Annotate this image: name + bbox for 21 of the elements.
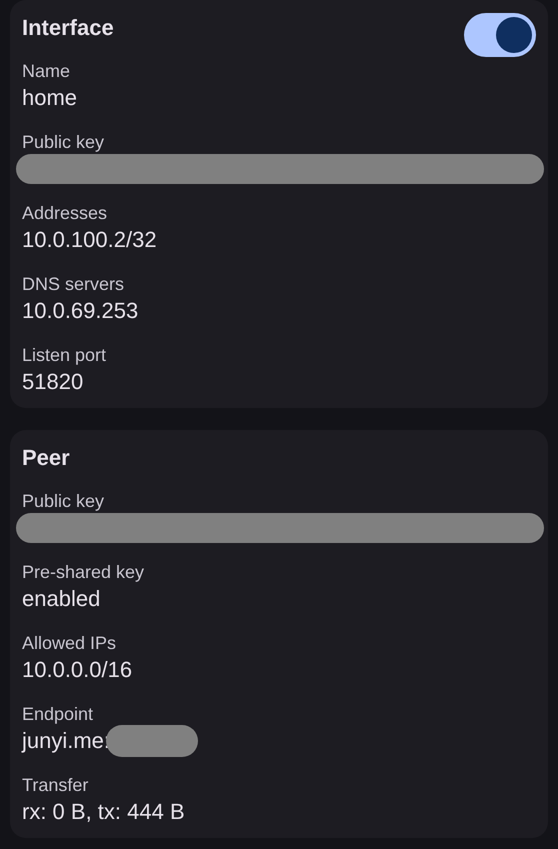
field-label: Listen port [22,344,108,367]
field-label: Public key [22,131,106,154]
field-label: Public key [22,490,106,513]
field-value: junyi.me: [22,727,110,755]
field-value: home [22,84,78,112]
section-title: Peer [22,444,70,472]
section-title: Interface [22,14,114,42]
toggle-switch[interactable] [464,13,536,57]
field-value: 10.0.100.2/32 [22,226,158,254]
field-value: 51820 [22,368,84,396]
field-label: Transfer [22,774,90,797]
field-label: DNS servers [22,273,126,296]
field-label: Addresses [22,202,108,225]
field-label: Endpoint [22,703,94,726]
field-value: rx: 0 B, tx: 444 B [22,798,186,826]
field-value: 10.0.0.0/16 [22,656,134,684]
field-label: Pre-shared key [22,561,146,584]
field-label: Allowed IPs [22,632,118,655]
field-label: Name [22,60,72,83]
field-value: 10.0.69.253 [22,297,140,325]
field-value: enabled [22,585,102,613]
